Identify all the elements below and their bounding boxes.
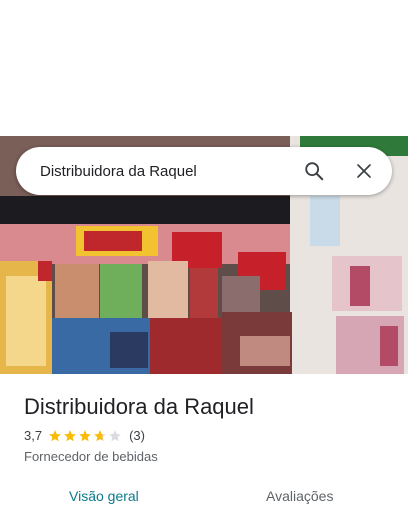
rating-row[interactable]: 3,7 (3) bbox=[24, 428, 145, 443]
map-blank-area bbox=[0, 0, 408, 136]
place-info-panel: Distribuidora da Raquel 3,7 (3) Forneced… bbox=[0, 374, 408, 510]
rating-value: 3,7 bbox=[24, 428, 43, 443]
star-icon bbox=[64, 429, 76, 441]
place-title: Distribuidora da Raquel bbox=[24, 394, 254, 419]
tab-reviews[interactable]: Avaliações bbox=[266, 488, 333, 504]
star-icon bbox=[79, 429, 91, 441]
search-icon[interactable] bbox=[296, 153, 332, 189]
tab-overview[interactable]: Visão geral bbox=[69, 488, 139, 504]
place-category: Fornecedor de bebidas bbox=[24, 449, 158, 464]
search-input[interactable]: Distribuidora da Raquel bbox=[16, 163, 296, 180]
search-bar[interactable]: Distribuidora da Raquel bbox=[16, 147, 392, 195]
star-icon bbox=[49, 429, 61, 441]
close-icon[interactable] bbox=[346, 153, 382, 189]
star-icon bbox=[109, 429, 121, 441]
rating-stars bbox=[48, 429, 123, 443]
place-tabs: Visão geral Avaliações bbox=[0, 484, 408, 510]
star-icon bbox=[94, 429, 106, 441]
review-count: (3) bbox=[129, 428, 145, 443]
